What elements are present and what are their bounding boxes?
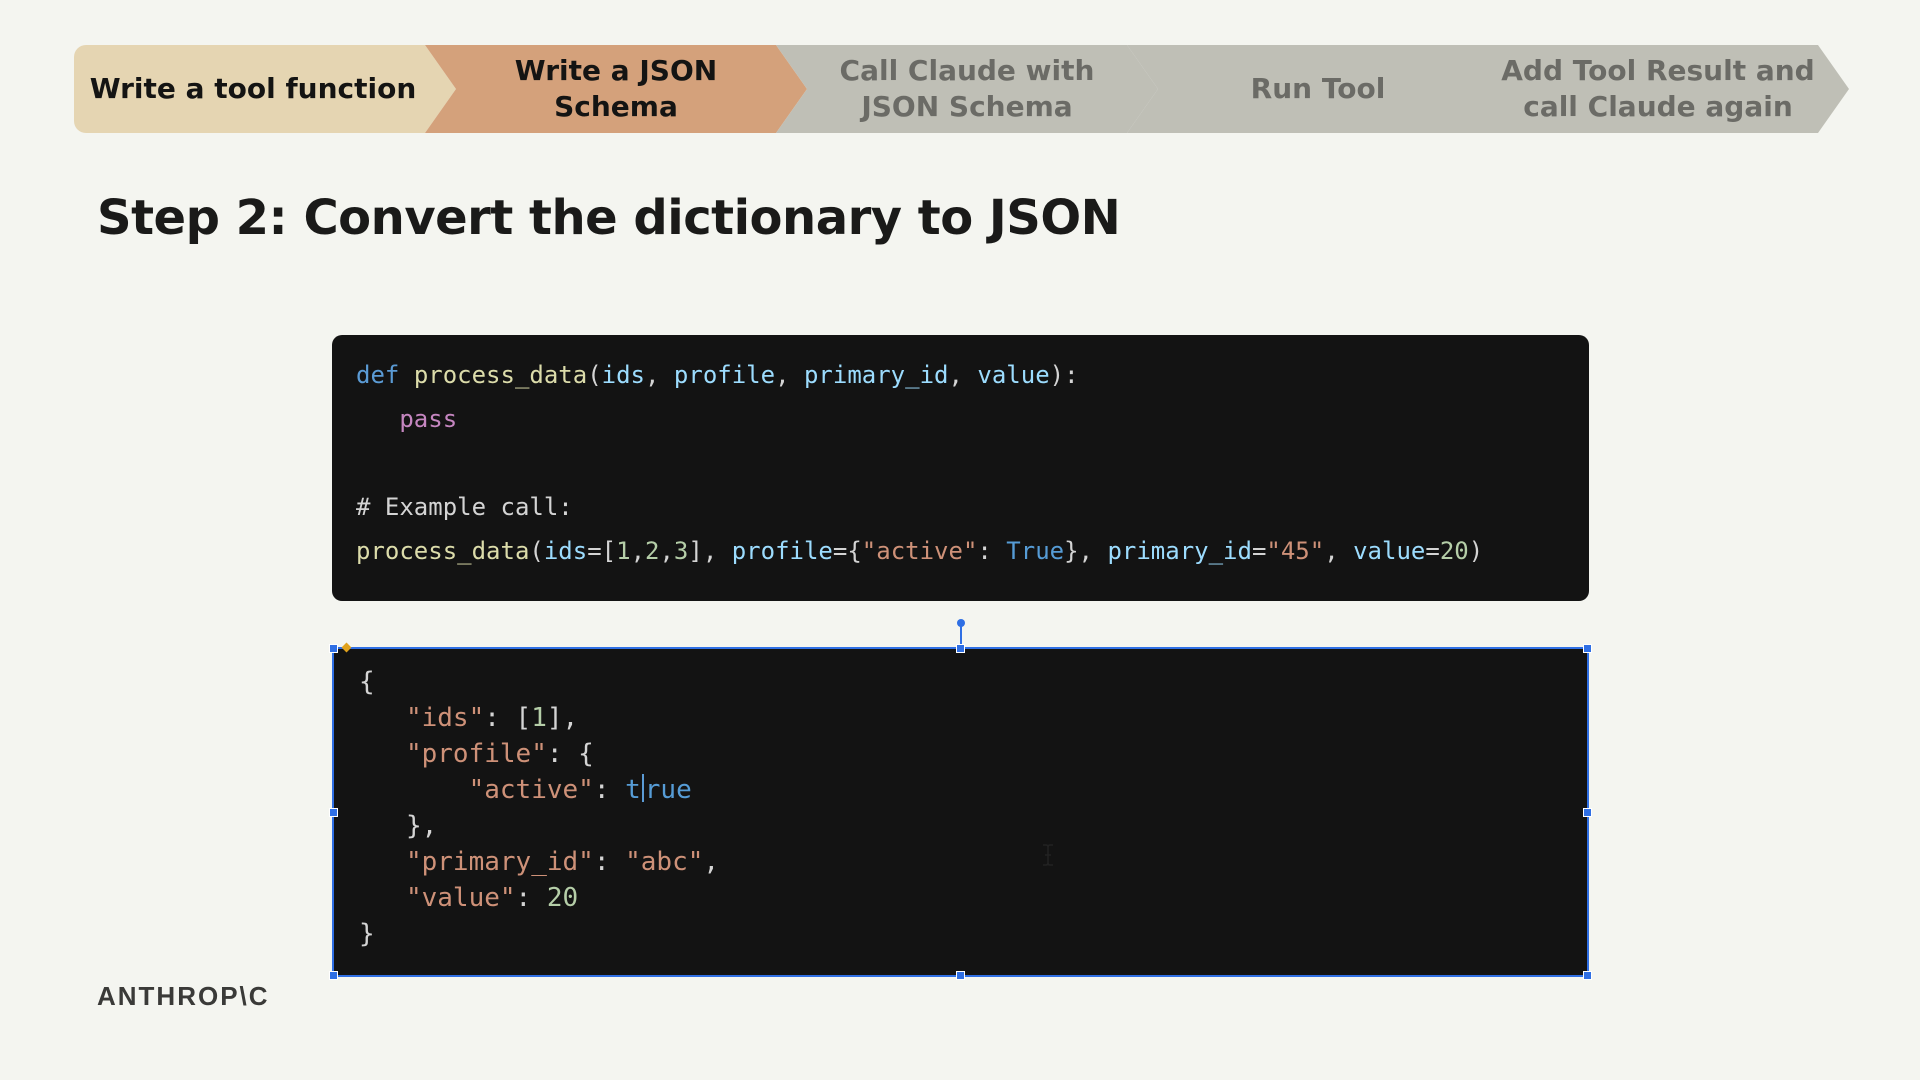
step-label: Write a tool function <box>89 72 417 105</box>
step-label: Run Tool <box>1250 72 1386 105</box>
step-call-claude: Call Claude with JSON Schema <box>776 45 1158 133</box>
code-line: "active": t rue <box>468 774 692 805</box>
code-line: }, <box>405 811 438 841</box>
step-add-tool-result: Add Tool Result and call Claude again <box>1478 45 1849 133</box>
step-label: call Claude again <box>1523 90 1793 123</box>
step-write-json-schema: Write a JSON Schema <box>425 45 807 133</box>
step-label: Add Tool Result and <box>1501 54 1815 87</box>
code-line: "primary_id": "abc", <box>405 847 720 877</box>
code-line: "ids": [1], <box>405 703 579 733</box>
json-code-block[interactable]: { "ids": [1], "profile": { "active": t ru… <box>332 647 1589 977</box>
text-cursor <box>641 774 644 802</box>
resize-handle-left[interactable] <box>329 808 338 817</box>
code-line: pass <box>399 405 458 433</box>
anthropic-logo: ANTHROP\C <box>97 981 270 1011</box>
ibeam-cursor-icon <box>1043 844 1053 866</box>
step-progress-bar: Write a tool function Write a JSON Schema… <box>74 45 1849 133</box>
step-label: Call Claude with <box>839 54 1095 87</box>
resize-handle-bottom-left[interactable] <box>329 971 338 980</box>
step-label: Schema <box>554 90 678 123</box>
code-line: def process_data(ids, profile, primary_i… <box>356 361 1079 389</box>
step-run-tool: Run Tool <box>1127 45 1509 133</box>
code-line: # Example call: <box>356 493 573 521</box>
step-label: JSON Schema <box>861 90 1073 123</box>
resize-handle-top-right[interactable] <box>1583 644 1592 653</box>
python-code-block[interactable]: def process_data(ids, profile, primary_i… <box>332 335 1589 601</box>
code-line: "profile": { <box>405 739 594 769</box>
rotate-handle-stem <box>960 624 962 646</box>
code-line: { <box>359 667 375 697</box>
resize-handle-right[interactable] <box>1583 808 1592 817</box>
page-title: Step 2: Convert the dictionary to JSON <box>97 190 1121 246</box>
resize-handle-top-left[interactable] <box>329 644 338 653</box>
code-line: } <box>359 919 375 949</box>
code-line: process_data(ids=[1,2,3], profile={"acti… <box>356 537 1484 565</box>
resize-handle-bottom[interactable] <box>956 971 965 980</box>
step-write-tool-function: Write a tool function <box>74 45 456 133</box>
step-label: Write a JSON <box>514 54 718 87</box>
rotate-handle[interactable] <box>957 619 965 627</box>
resize-handle-bottom-right[interactable] <box>1583 971 1592 980</box>
resize-handle-top[interactable] <box>956 644 965 653</box>
code-line: "value": 20 <box>405 883 579 913</box>
